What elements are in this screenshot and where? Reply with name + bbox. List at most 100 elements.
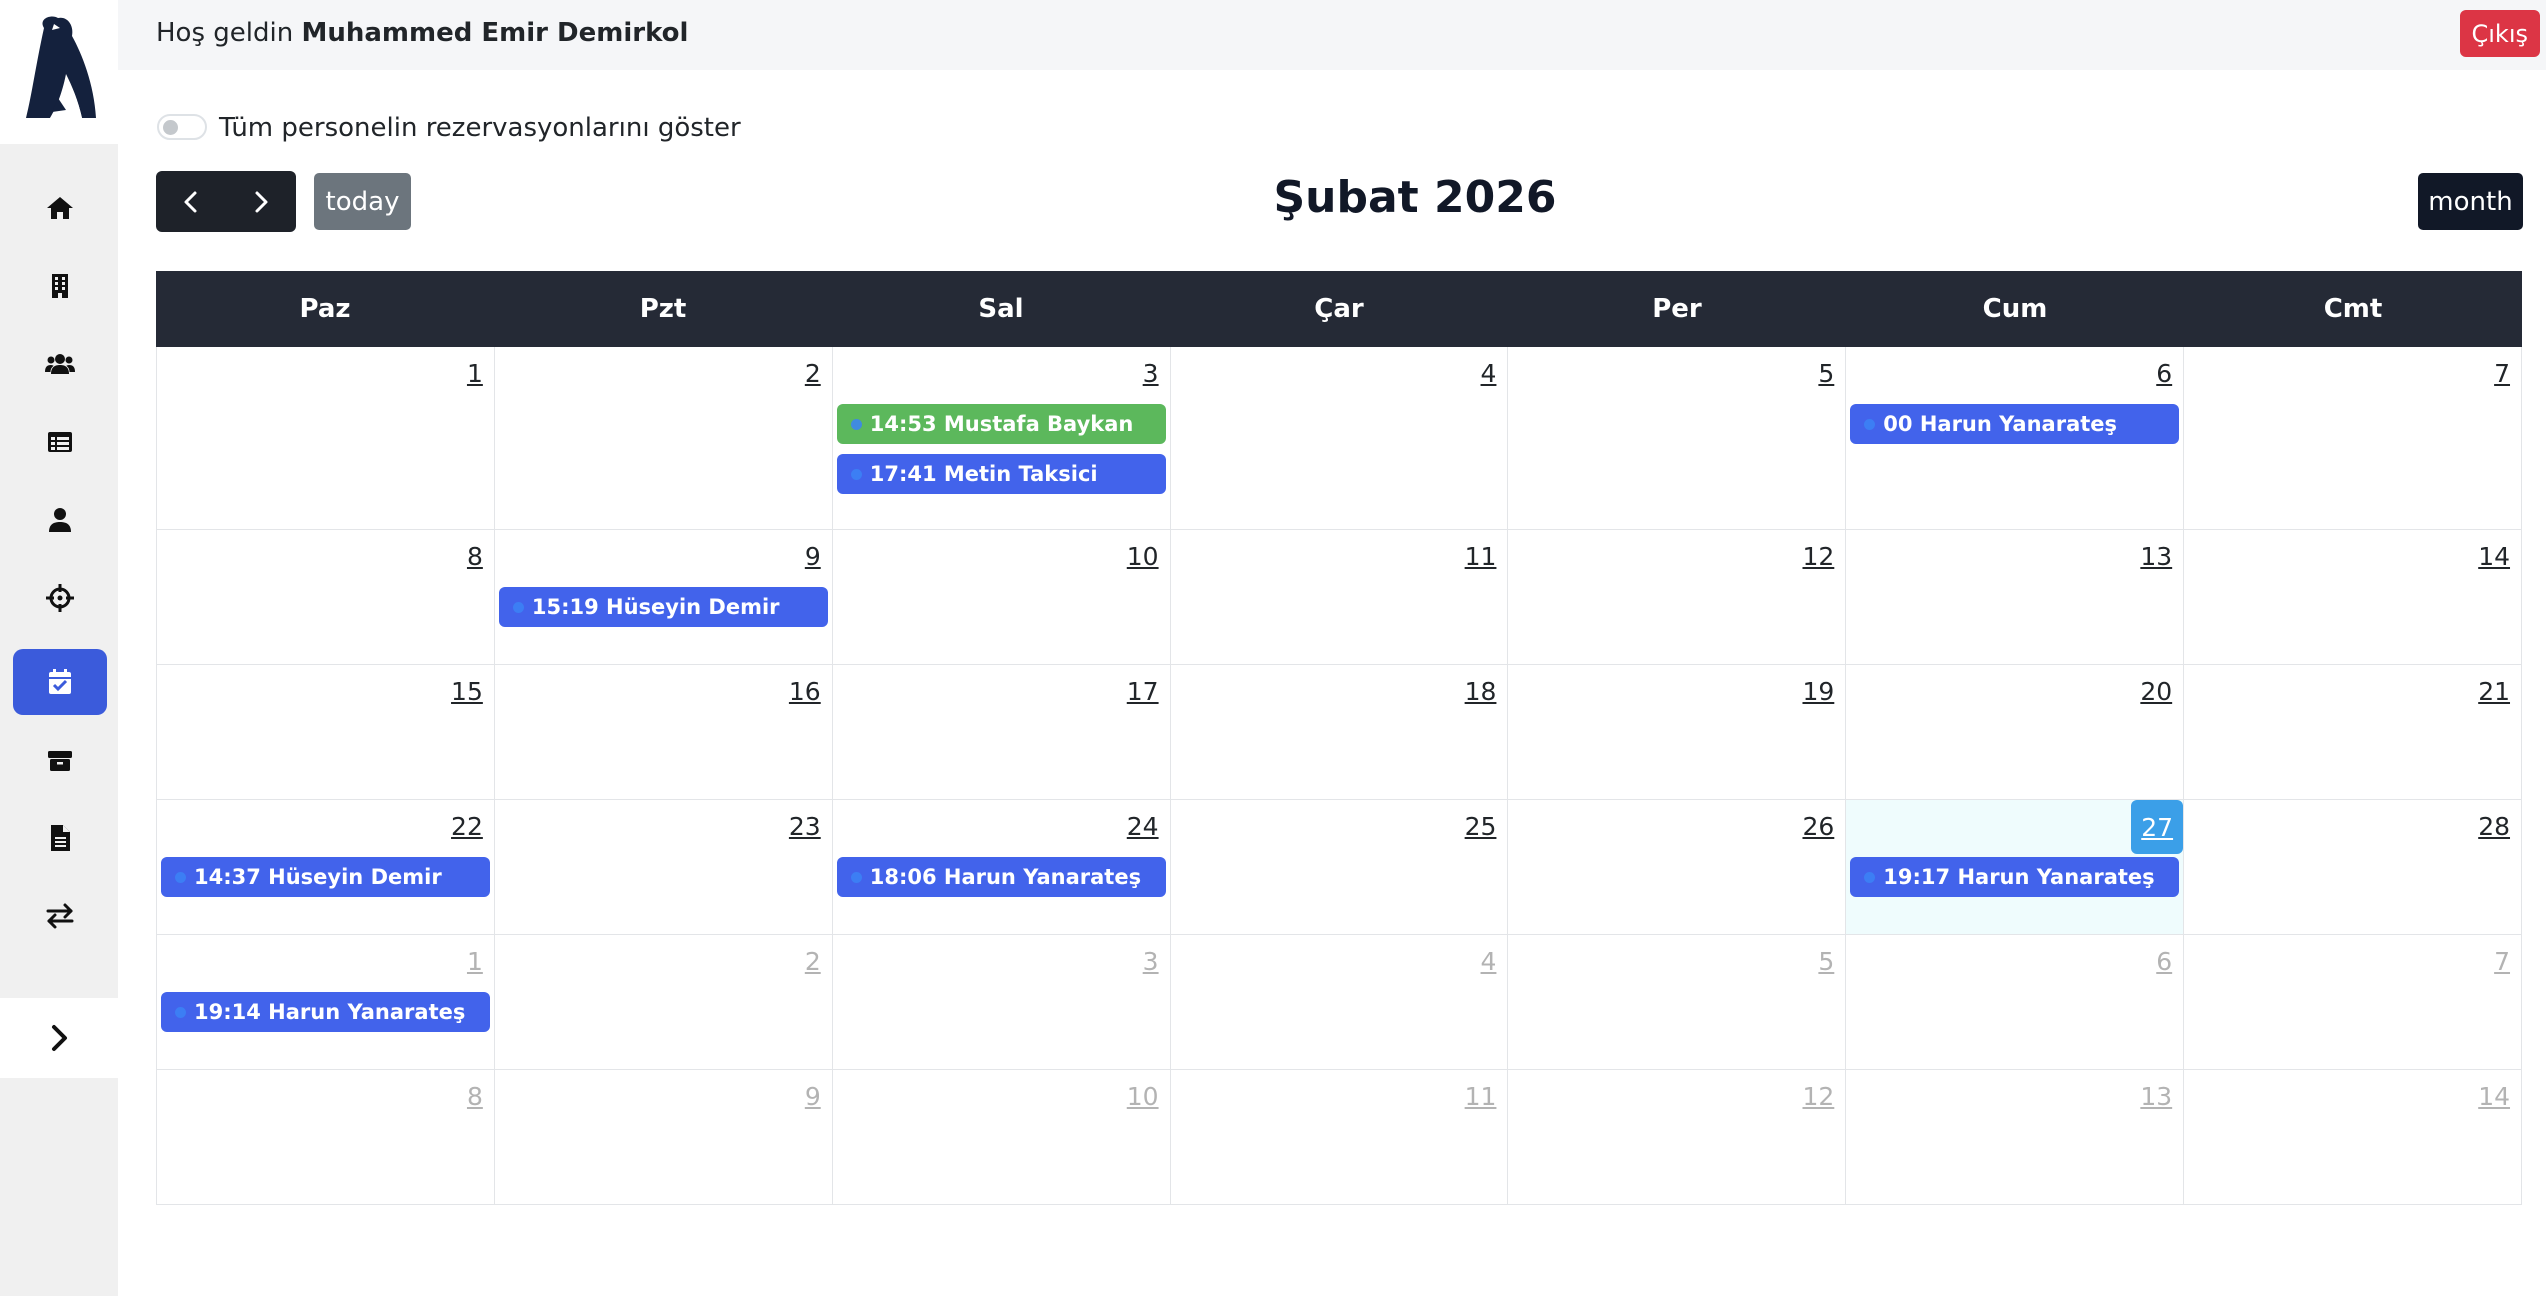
- day-number-link[interactable]: 12: [1802, 542, 1834, 571]
- day-number-link[interactable]: 17: [1127, 677, 1159, 706]
- calendar-day-cell[interactable]: 24 18:06 Harun Yanarateş: [832, 800, 1171, 935]
- calendar-day-cell[interactable]: 2: [494, 347, 833, 530]
- day-number-link[interactable]: 6: [2156, 359, 2172, 388]
- calendar-day-cell[interactable]: 1: [157, 347, 495, 530]
- month-view-button[interactable]: month: [2418, 173, 2523, 230]
- sidebar-item-documents[interactable]: [13, 805, 107, 871]
- sidebar-item-buildings[interactable]: [13, 253, 107, 319]
- calendar-day-cell[interactable]: 3: [832, 935, 1171, 1070]
- day-number-link[interactable]: 25: [1465, 812, 1497, 841]
- calendar-day-cell[interactable]: 11: [1170, 530, 1509, 665]
- day-number-link[interactable]: 3: [1143, 947, 1159, 976]
- sidebar-item-reservations[interactable]: [13, 649, 107, 715]
- day-number-link[interactable]: 16: [789, 677, 821, 706]
- day-number-link[interactable]: 9: [805, 1082, 821, 1111]
- calendar-day-cell[interactable]: 21: [2184, 665, 2523, 800]
- calendar-day-cell[interactable]: 3 14:53 Mustafa Baykan 17:41 Metin Taksici: [832, 347, 1171, 530]
- day-number-link[interactable]: 1: [467, 947, 483, 976]
- calendar-day-cell[interactable]: 12: [1508, 530, 1847, 665]
- calendar-day-cell[interactable]: 7: [2184, 935, 2523, 1070]
- calendar-event[interactable]: 18:06 Harun Yanarateş: [836, 857, 1166, 897]
- day-number-link[interactable]: 22: [451, 812, 483, 841]
- calendar-day-cell[interactable]: 5: [1508, 347, 1847, 530]
- calendar-day-cell[interactable]: 11: [1170, 1070, 1509, 1205]
- calendar-day-cell[interactable]: 16: [494, 665, 833, 800]
- calendar-day-cell[interactable]: 8: [157, 530, 495, 665]
- next-month-button[interactable]: [226, 171, 296, 232]
- sidebar-expand-button[interactable]: [0, 998, 118, 1078]
- calendar-day-cell[interactable]: 6 00 Harun Yanarateş: [1846, 347, 2185, 530]
- calendar-day-cell[interactable]: 15: [157, 665, 495, 800]
- calendar-day-cell[interactable]: 14: [2184, 1070, 2523, 1205]
- calendar-day-cell[interactable]: 5: [1508, 935, 1847, 1070]
- calendar-day-cell[interactable]: 20: [1846, 665, 2185, 800]
- day-number-link[interactable]: 2: [805, 359, 821, 388]
- day-number-link[interactable]: 2: [805, 947, 821, 976]
- today-button[interactable]: today: [314, 173, 411, 230]
- calendar-day-cell[interactable]: 14: [2184, 530, 2523, 665]
- day-number-link[interactable]: 5: [1818, 947, 1834, 976]
- day-number-link[interactable]: 10: [1127, 1082, 1159, 1111]
- calendar-day-cell[interactable]: 4: [1170, 935, 1509, 1070]
- calendar-event[interactable]: 14:37 Hüseyin Demir: [161, 857, 490, 897]
- day-number-link[interactable]: 14: [2478, 1082, 2510, 1111]
- calendar-day-cell[interactable]: 2: [494, 935, 833, 1070]
- day-number-link[interactable]: 8: [467, 542, 483, 571]
- calendar-day-cell[interactable]: 13: [1846, 1070, 2185, 1205]
- calendar-day-cell[interactable]: 17: [832, 665, 1171, 800]
- calendar-event[interactable]: 15:19 Hüseyin Demir: [498, 587, 828, 627]
- day-number-link[interactable]: 5: [1818, 359, 1834, 388]
- calendar-day-cell[interactable]: 19: [1508, 665, 1847, 800]
- sidebar-item-target[interactable]: [13, 565, 107, 631]
- day-number-link[interactable]: 26: [1802, 812, 1834, 841]
- day-number-link[interactable]: 20: [2140, 677, 2172, 706]
- day-number-link[interactable]: 7: [2494, 947, 2510, 976]
- day-number-link[interactable]: 11: [1465, 1082, 1497, 1111]
- sidebar-item-groups[interactable]: [13, 331, 107, 397]
- day-number-link[interactable]: 14: [2478, 542, 2510, 571]
- day-number-link[interactable]: 28: [2478, 812, 2510, 841]
- logout-button[interactable]: Çıkış: [2459, 10, 2540, 57]
- day-number-link[interactable]: 21: [2478, 677, 2510, 706]
- calendar-day-cell[interactable]: 8: [157, 1070, 495, 1205]
- calendar-day-cell[interactable]: 1 19:14 Harun Yanarateş: [157, 935, 495, 1070]
- calendar-day-cell[interactable]: 23: [494, 800, 833, 935]
- day-number-link[interactable]: 9: [805, 542, 821, 571]
- day-number-link[interactable]: 19: [1802, 677, 1834, 706]
- day-number-link[interactable]: 8: [467, 1082, 483, 1111]
- day-number-link[interactable]: 18: [1465, 677, 1497, 706]
- calendar-day-cell[interactable]: 9 15:19 Hüseyin Demir: [494, 530, 833, 665]
- calendar-event[interactable]: 19:17 Harun Yanarateş: [1850, 857, 2180, 897]
- sidebar-item-list[interactable]: [13, 409, 107, 475]
- calendar-day-cell[interactable]: 22 14:37 Hüseyin Demir: [157, 800, 495, 935]
- day-number-link[interactable]: 1: [467, 359, 483, 388]
- calendar-day-cell[interactable]: 18: [1170, 665, 1509, 800]
- calendar-day-cell[interactable]: 25: [1170, 800, 1509, 935]
- day-number-link[interactable]: 27: [2131, 800, 2184, 854]
- day-number-link[interactable]: 24: [1127, 812, 1159, 841]
- calendar-event[interactable]: 00 Harun Yanarateş: [1850, 404, 2180, 444]
- day-number-link[interactable]: 13: [2140, 1082, 2172, 1111]
- day-number-link[interactable]: 13: [2140, 542, 2172, 571]
- day-number-link[interactable]: 10: [1127, 542, 1159, 571]
- calendar-event[interactable]: 17:41 Metin Taksici: [836, 454, 1166, 494]
- sidebar-item-transfers[interactable]: [13, 883, 107, 949]
- calendar-day-cell[interactable]: 13: [1846, 530, 2185, 665]
- show-all-reservations-toggle[interactable]: [157, 114, 207, 140]
- day-number-link[interactable]: 3: [1143, 359, 1159, 388]
- day-number-link[interactable]: 6: [2156, 947, 2172, 976]
- day-number-link[interactable]: 7: [2494, 359, 2510, 388]
- calendar-day-cell[interactable]: 28: [2184, 800, 2523, 935]
- calendar-day-cell[interactable]: 12: [1508, 1070, 1847, 1205]
- day-number-link[interactable]: 4: [1481, 359, 1497, 388]
- calendar-day-cell[interactable]: 6: [1846, 935, 2185, 1070]
- sidebar-item-profile[interactable]: [13, 487, 107, 553]
- calendar-day-cell[interactable]: 10: [832, 1070, 1171, 1205]
- day-number-link[interactable]: 15: [451, 677, 483, 706]
- calendar-day-cell[interactable]: 26: [1508, 800, 1847, 935]
- prev-month-button[interactable]: [156, 171, 226, 232]
- day-number-link[interactable]: 12: [1802, 1082, 1834, 1111]
- calendar-event[interactable]: 14:53 Mustafa Baykan: [836, 404, 1166, 444]
- calendar-day-cell[interactable]: 7: [2184, 347, 2523, 530]
- calendar-event[interactable]: 19:14 Harun Yanarateş: [161, 992, 490, 1032]
